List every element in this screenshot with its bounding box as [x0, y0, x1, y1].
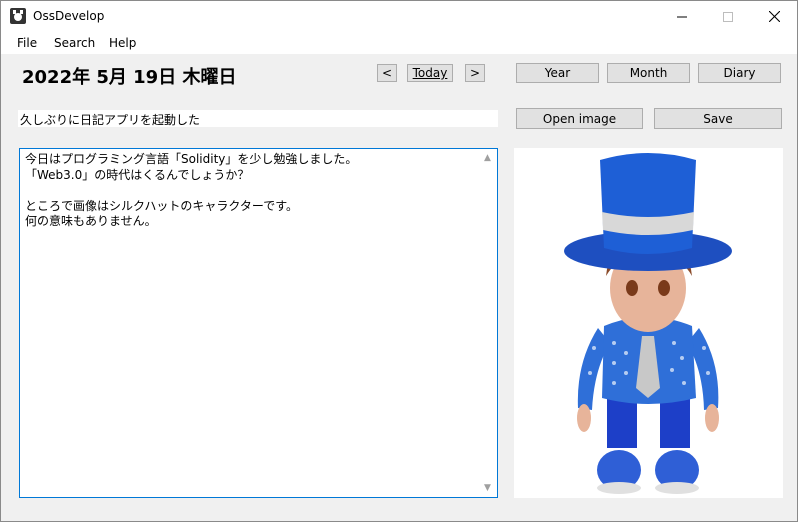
app-window: OssDevelop File Search Help 2022年 5月 19日…: [0, 0, 798, 522]
title-bar[interactable]: OssDevelop: [1, 1, 797, 32]
minimize-button[interactable]: [659, 1, 705, 32]
close-button[interactable]: [751, 1, 797, 32]
open-image-button[interactable]: Open image: [516, 108, 643, 129]
app-icon: [10, 8, 26, 24]
menu-search[interactable]: Search: [54, 36, 95, 50]
image-panel: [514, 148, 783, 498]
minimize-icon: [677, 16, 687, 17]
today-button[interactable]: Today: [407, 64, 453, 82]
diary-body-text: 今日はプログラミング言語「Solidity」を少し勉強しました。 「Web3.0…: [25, 152, 358, 228]
menu-bar: File Search Help: [1, 32, 797, 54]
window-title: OssDevelop: [33, 9, 105, 23]
menu-file[interactable]: File: [17, 36, 37, 50]
subject-field[interactable]: 久しぶりに日記アプリを起動した: [18, 110, 498, 127]
month-view-button[interactable]: Month: [607, 63, 690, 83]
close-icon: [768, 11, 780, 22]
scroll-up-icon[interactable]: ▲: [484, 153, 491, 163]
character-image: [564, 153, 732, 494]
diary-view-button[interactable]: Diary: [698, 63, 781, 83]
scroll-down-icon[interactable]: ▼: [484, 483, 491, 493]
save-button[interactable]: Save: [654, 108, 782, 129]
vertical-scrollbar[interactable]: ▲ ▼: [480, 150, 496, 496]
maximize-icon: [723, 11, 733, 22]
maximize-button[interactable]: [705, 1, 751, 32]
prev-day-button[interactable]: <: [377, 64, 397, 82]
year-view-button[interactable]: Year: [516, 63, 599, 83]
date-heading: 2022年 5月 19日 木曜日: [22, 67, 237, 88]
next-day-button[interactable]: >: [465, 64, 485, 82]
diary-body-textarea[interactable]: 今日はプログラミング言語「Solidity」を少し勉強しました。 「Web3.0…: [19, 148, 498, 498]
menu-help[interactable]: Help: [109, 36, 136, 50]
